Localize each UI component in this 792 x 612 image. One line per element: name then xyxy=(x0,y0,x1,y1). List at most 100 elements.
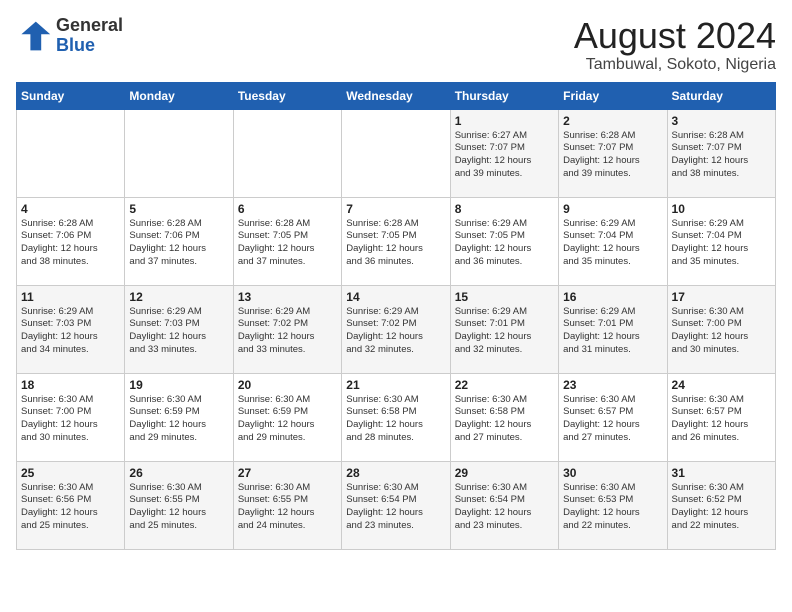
day-info: Sunrise: 6:30 AM Sunset: 7:00 PM Dayligh… xyxy=(672,306,771,357)
day-info: Sunrise: 6:28 AM Sunset: 7:06 PM Dayligh… xyxy=(129,218,228,269)
day-number: 9 xyxy=(563,202,662,216)
calendar-cell: 12 Sunrise: 6:29 AM Sunset: 7:03 PM Dayli… xyxy=(125,285,233,373)
day-info: Sunrise: 6:29 AM Sunset: 7:02 PM Dayligh… xyxy=(346,306,445,357)
calendar-cell: 8 Sunrise: 6:29 AM Sunset: 7:05 PM Daylig… xyxy=(450,197,558,285)
day-number: 12 xyxy=(129,290,228,304)
day-number: 26 xyxy=(129,466,228,480)
day-info: Sunrise: 6:30 AM Sunset: 6:59 PM Dayligh… xyxy=(129,394,228,445)
day-info: Sunrise: 6:30 AM Sunset: 7:00 PM Dayligh… xyxy=(21,394,120,445)
calendar-cell: 13 Sunrise: 6:29 AM Sunset: 7:02 PM Dayli… xyxy=(233,285,341,373)
day-info: Sunrise: 6:28 AM Sunset: 7:06 PM Dayligh… xyxy=(21,218,120,269)
day-info: Sunrise: 6:29 AM Sunset: 7:03 PM Dayligh… xyxy=(21,306,120,357)
day-info: Sunrise: 6:29 AM Sunset: 7:05 PM Dayligh… xyxy=(455,218,554,269)
calendar-cell: 23 Sunrise: 6:30 AM Sunset: 6:57 PM Dayli… xyxy=(559,373,667,461)
day-info: Sunrise: 6:30 AM Sunset: 6:57 PM Dayligh… xyxy=(672,394,771,445)
day-number: 18 xyxy=(21,378,120,392)
day-number: 20 xyxy=(238,378,337,392)
day-info: Sunrise: 6:29 AM Sunset: 7:04 PM Dayligh… xyxy=(563,218,662,269)
calendar-table: SundayMondayTuesdayWednesdayThursdayFrid… xyxy=(16,82,776,550)
day-number: 22 xyxy=(455,378,554,392)
calendar-cell: 15Sunrise: 6:29 AM Sunset: 7:01 PM Dayli… xyxy=(450,285,558,373)
calendar-cell: 10Sunrise: 6:29 AM Sunset: 7:04 PM Dayli… xyxy=(667,197,775,285)
day-info: Sunrise: 6:30 AM Sunset: 6:54 PM Dayligh… xyxy=(455,482,554,533)
calendar-cell: 20 Sunrise: 6:30 AM Sunset: 6:59 PM Dayli… xyxy=(233,373,341,461)
calendar-cell xyxy=(125,109,233,197)
day-info: Sunrise: 6:30 AM Sunset: 6:52 PM Dayligh… xyxy=(672,482,771,533)
logo-general: General xyxy=(56,15,123,35)
day-number: 1 xyxy=(455,114,554,128)
calendar-week-row: 25 Sunrise: 6:30 AM Sunset: 6:56 PM Dayli… xyxy=(17,461,776,549)
calendar-cell: 27Sunrise: 6:30 AM Sunset: 6:55 PM Dayli… xyxy=(233,461,341,549)
logo: General Blue xyxy=(16,16,123,56)
day-number: 19 xyxy=(129,378,228,392)
day-number: 17 xyxy=(672,290,771,304)
day-info: Sunrise: 6:29 AM Sunset: 7:01 PM Dayligh… xyxy=(563,306,662,357)
day-number: 7 xyxy=(346,202,445,216)
calendar-cell: 29 Sunrise: 6:30 AM Sunset: 6:54 PM Dayli… xyxy=(450,461,558,549)
day-number: 30 xyxy=(563,466,662,480)
calendar-cell: 31Sunrise: 6:30 AM Sunset: 6:52 PM Dayli… xyxy=(667,461,775,549)
calendar-cell xyxy=(233,109,341,197)
header: General Blue August 2024 Tambuwal, Sokot… xyxy=(16,16,776,74)
day-info: Sunrise: 6:30 AM Sunset: 6:55 PM Dayligh… xyxy=(129,482,228,533)
day-number: 16 xyxy=(563,290,662,304)
day-info: Sunrise: 6:29 AM Sunset: 7:02 PM Dayligh… xyxy=(238,306,337,357)
calendar-week-row: 4 Sunrise: 6:28 AM Sunset: 7:06 PM Daylig… xyxy=(17,197,776,285)
day-number: 8 xyxy=(455,202,554,216)
day-info: Sunrise: 6:27 AM Sunset: 7:07 PM Dayligh… xyxy=(455,130,554,181)
day-info: Sunrise: 6:28 AM Sunset: 7:05 PM Dayligh… xyxy=(238,218,337,269)
calendar-cell: 25 Sunrise: 6:30 AM Sunset: 6:56 PM Dayli… xyxy=(17,461,125,549)
day-info: Sunrise: 6:30 AM Sunset: 6:58 PM Dayligh… xyxy=(455,394,554,445)
day-info: Sunrise: 6:30 AM Sunset: 6:57 PM Dayligh… xyxy=(563,394,662,445)
calendar-cell: 1 Sunrise: 6:27 AM Sunset: 7:07 PM Daylig… xyxy=(450,109,558,197)
calendar-cell: 2 Sunrise: 6:28 AM Sunset: 7:07 PM Daylig… xyxy=(559,109,667,197)
days-header-row: SundayMondayTuesdayWednesdayThursdayFrid… xyxy=(17,82,776,109)
day-number: 28 xyxy=(346,466,445,480)
day-number: 24 xyxy=(672,378,771,392)
day-info: Sunrise: 6:30 AM Sunset: 6:55 PM Dayligh… xyxy=(238,482,337,533)
day-of-week-header: Saturday xyxy=(667,82,775,109)
day-number: 29 xyxy=(455,466,554,480)
calendar-week-row: 18 Sunrise: 6:30 AM Sunset: 7:00 PM Dayli… xyxy=(17,373,776,461)
day-number: 6 xyxy=(238,202,337,216)
calendar-cell xyxy=(17,109,125,197)
day-info: Sunrise: 6:30 AM Sunset: 6:59 PM Dayligh… xyxy=(238,394,337,445)
day-of-week-header: Monday xyxy=(125,82,233,109)
calendar-cell: 7Sunrise: 6:28 AM Sunset: 7:05 PM Daylig… xyxy=(342,197,450,285)
day-info: Sunrise: 6:30 AM Sunset: 6:54 PM Dayligh… xyxy=(346,482,445,533)
day-of-week-header: Wednesday xyxy=(342,82,450,109)
day-number: 14 xyxy=(346,290,445,304)
day-number: 23 xyxy=(563,378,662,392)
calendar-cell: 22 Sunrise: 6:30 AM Sunset: 6:58 PM Dayli… xyxy=(450,373,558,461)
calendar-week-row: 11 Sunrise: 6:29 AM Sunset: 7:03 PM Dayli… xyxy=(17,285,776,373)
calendar-cell: 30Sunrise: 6:30 AM Sunset: 6:53 PM Dayli… xyxy=(559,461,667,549)
day-info: Sunrise: 6:28 AM Sunset: 7:07 PM Dayligh… xyxy=(563,130,662,181)
logo-text: General Blue xyxy=(56,16,123,56)
calendar-cell: 3 Sunrise: 6:28 AM Sunset: 7:07 PM Daylig… xyxy=(667,109,775,197)
day-info: Sunrise: 6:29 AM Sunset: 7:03 PM Dayligh… xyxy=(129,306,228,357)
calendar-cell: 21Sunrise: 6:30 AM Sunset: 6:58 PM Dayli… xyxy=(342,373,450,461)
calendar-cell: 11 Sunrise: 6:29 AM Sunset: 7:03 PM Dayli… xyxy=(17,285,125,373)
day-number: 10 xyxy=(672,202,771,216)
day-number: 11 xyxy=(21,290,120,304)
day-of-week-header: Sunday xyxy=(17,82,125,109)
day-info: Sunrise: 6:28 AM Sunset: 7:07 PM Dayligh… xyxy=(672,130,771,181)
day-number: 13 xyxy=(238,290,337,304)
calendar-cell: 28 Sunrise: 6:30 AM Sunset: 6:54 PM Dayli… xyxy=(342,461,450,549)
calendar-cell: 5 Sunrise: 6:28 AM Sunset: 7:06 PM Daylig… xyxy=(125,197,233,285)
calendar-cell: 6 Sunrise: 6:28 AM Sunset: 7:05 PM Daylig… xyxy=(233,197,341,285)
calendar-subtitle: Tambuwal, Sokoto, Nigeria xyxy=(574,56,776,74)
day-info: Sunrise: 6:30 AM Sunset: 6:56 PM Dayligh… xyxy=(21,482,120,533)
day-number: 4 xyxy=(21,202,120,216)
calendar-cell: 16 Sunrise: 6:29 AM Sunset: 7:01 PM Dayli… xyxy=(559,285,667,373)
day-number: 3 xyxy=(672,114,771,128)
day-number: 25 xyxy=(21,466,120,480)
day-number: 5 xyxy=(129,202,228,216)
day-of-week-header: Tuesday xyxy=(233,82,341,109)
title-area: August 2024 Tambuwal, Sokoto, Nigeria xyxy=(574,16,776,74)
day-number: 2 xyxy=(563,114,662,128)
logo-blue: Blue xyxy=(56,35,95,55)
day-of-week-header: Friday xyxy=(559,82,667,109)
day-number: 21 xyxy=(346,378,445,392)
calendar-week-row: 1 Sunrise: 6:27 AM Sunset: 7:07 PM Daylig… xyxy=(17,109,776,197)
